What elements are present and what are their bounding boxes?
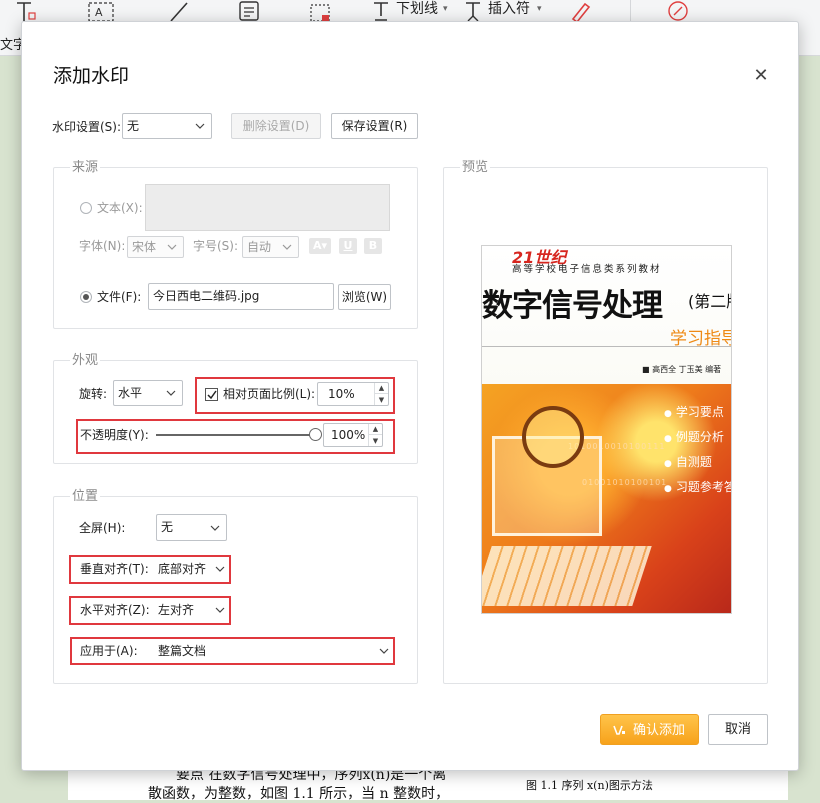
chevron-down-icon (165, 237, 179, 257)
cover-title: 数字信号处理 (482, 288, 663, 324)
scale-spinner[interactable]: 10% ▲ ▼ (317, 382, 389, 406)
vip-crown-icon (613, 725, 625, 735)
file-option-label: 文件(F): (97, 290, 142, 304)
apply-to-select[interactable]: 整篇文档 (156, 639, 392, 663)
browse-button[interactable]: 浏览(W) (338, 284, 391, 310)
opacity-label: 不透明度(Y): (80, 428, 149, 442)
vertical-align-select[interactable]: 底部对齐 (156, 557, 228, 581)
relative-scale-label: 相对页面比例(L): (223, 387, 316, 401)
cover-authors: ■ 高西全 丁玉美 编著 (642, 365, 722, 374)
close-icon[interactable]: ✕ (751, 66, 771, 86)
font-select[interactable]: 宋体 (127, 236, 184, 258)
rotate-value: 水平 (118, 386, 143, 400)
size-label: 字号(S): (193, 239, 239, 253)
watermark-text-input[interactable] (145, 184, 390, 231)
cover-edition: (第二版 (688, 292, 731, 311)
vertical-align-value: 底部对齐 (158, 562, 207, 576)
cover-divider (482, 346, 731, 347)
font-color-icon[interactable]: A▾ (309, 238, 331, 254)
vertical-align-label: 垂直对齐(T): (80, 562, 149, 576)
opacity-spinner[interactable]: 100% ▲ ▼ (323, 423, 383, 447)
underline-format-icon[interactable]: U (339, 238, 357, 254)
cover-bullet: 自测题 (664, 453, 712, 470)
size-select[interactable]: 自动 (242, 236, 299, 258)
fullscreen-label: 全屏(H): (79, 521, 126, 535)
position-group-label: 位置 (70, 489, 101, 505)
svg-text:A: A (95, 6, 103, 19)
underline-dropdown-icon[interactable]: ▾ (443, 0, 448, 20)
underline-label[interactable]: 下划线 (396, 0, 438, 20)
bold-format-icon[interactable]: B (364, 238, 382, 254)
source-group-label: 来源 (70, 160, 101, 176)
file-option-radio[interactable] (80, 291, 92, 303)
cancel-button[interactable]: 取消 (708, 714, 768, 745)
insert-symbol-dropdown-icon[interactable]: ▾ (537, 0, 542, 20)
dialog-title: 添加水印 (53, 65, 130, 87)
rotate-label: 旋转: (79, 387, 108, 401)
horizontal-align-label: 水平对齐(Z): (80, 603, 150, 617)
insert-symbol-label[interactable]: 插入符 (488, 0, 530, 20)
spin-down-icon[interactable]: ▼ (369, 435, 382, 446)
cover-magnifier-graphic (522, 406, 584, 468)
horizontal-align-value: 左对齐 (158, 603, 195, 617)
chevron-down-icon (213, 558, 227, 580)
chevron-down-icon (193, 114, 207, 138)
save-setting-button[interactable]: 保存设置(R) (331, 113, 418, 139)
cover-keyboard-graphic (482, 546, 652, 606)
chevron-down-icon (280, 237, 294, 257)
delete-setting-button[interactable]: 删除设置(D) (231, 113, 321, 139)
relative-scale-checkbox[interactable] (205, 388, 218, 401)
cover-series: 高等学校电子信息类系列教材 (512, 264, 662, 275)
cover-bullet: 习题参考答 (664, 478, 731, 495)
appearance-group-label: 外观 (70, 353, 101, 369)
fullscreen-select[interactable]: 无 (156, 514, 227, 541)
watermark-setting-label: 水印设置(S): (52, 120, 122, 134)
chevron-down-icon (213, 599, 227, 621)
spin-down-icon[interactable]: ▼ (375, 394, 388, 405)
text-option-radio[interactable] (80, 202, 92, 214)
watermark-setting-select[interactable]: 无 (122, 113, 212, 139)
apply-to-value: 整篇文档 (158, 644, 207, 658)
chevron-down-icon (377, 640, 391, 662)
opacity-value: 100% (331, 428, 366, 442)
opacity-slider[interactable] (156, 428, 322, 441)
scale-value: 10% (328, 387, 355, 401)
document-body-line-2: 散函数，为整数，如图 1.1 所示，当 n 整数时， (148, 786, 450, 802)
opacity-slider-thumb[interactable] (309, 428, 322, 441)
confirm-add-button[interactable]: 确认添加 (600, 714, 699, 745)
rotate-select[interactable]: 水平 (113, 380, 183, 406)
font-value: 宋体 (132, 240, 157, 254)
font-label: 字体(N): (79, 239, 126, 253)
file-path-input[interactable]: 今日西电二维码.jpg (148, 283, 334, 310)
cover-bullet: 学习要点 (664, 403, 724, 420)
chevron-down-icon (208, 515, 222, 540)
horizontal-align-select[interactable]: 左对齐 (156, 598, 228, 622)
text-option-label: 文本(X): (97, 201, 143, 215)
chevron-down-icon (164, 381, 178, 405)
cover-bullet: 例题分析 (664, 428, 724, 445)
preview-group-label: 预览 (460, 160, 491, 176)
figure-caption: 图 1.1 序列 x(n)图示方法 (526, 779, 653, 792)
confirm-add-label: 确认添加 (633, 723, 686, 738)
preview-cover-image: 21世纪 高等学校电子信息类系列教材 数字信号处理 (第二版 学习指导 ■ 高西… (481, 245, 732, 614)
size-value: 自动 (247, 240, 272, 254)
watermark-setting-value: 无 (127, 119, 140, 133)
apply-to-label: 应用于(A): (80, 644, 138, 658)
fullscreen-value: 无 (161, 520, 174, 534)
